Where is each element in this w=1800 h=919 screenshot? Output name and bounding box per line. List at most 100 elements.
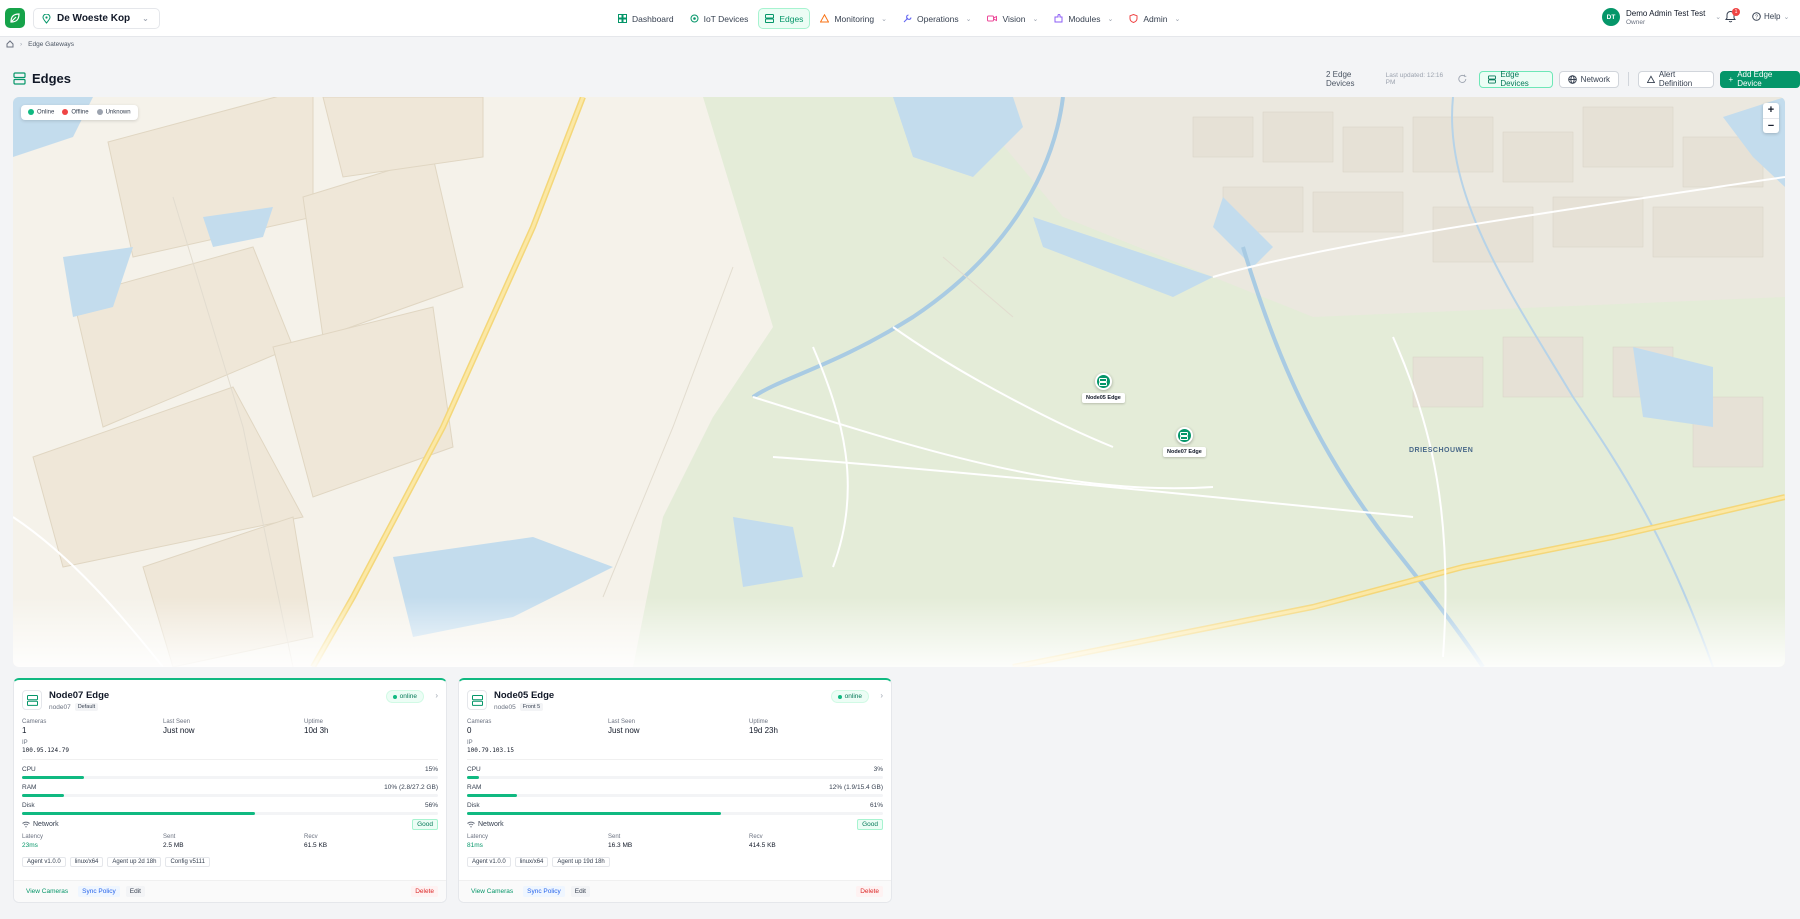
page-title: Edges xyxy=(13,71,71,86)
device-name: Node05 Edge xyxy=(494,690,555,701)
zoom-out-button[interactable]: − xyxy=(1763,118,1779,133)
home-icon[interactable] xyxy=(6,40,14,48)
nav-label: Vision xyxy=(1002,13,1026,24)
edge-card-node07[interactable]: Node07 Edge node07 Default online › Came… xyxy=(13,678,447,903)
nav-modules[interactable]: Modules ⌄ xyxy=(1048,8,1119,29)
delete-button[interactable]: Delete xyxy=(411,886,438,897)
sync-policy-button[interactable]: Sync Policy xyxy=(523,886,565,897)
nav-edges[interactable]: Edges xyxy=(758,8,811,29)
chip: linux/x64 xyxy=(69,857,104,867)
sync-policy-button[interactable]: Sync Policy xyxy=(78,886,120,897)
edge-card-node05[interactable]: Node05 Edge node05 Front 5 online › Came… xyxy=(458,678,892,903)
nav-label: Dashboard xyxy=(632,13,674,24)
chip-icon xyxy=(690,14,699,23)
nav-dashboard[interactable]: Dashboard xyxy=(612,8,680,29)
dashboard-icon xyxy=(618,14,627,23)
page-toolbar: 2 Edge Devices Last updated: 12:16 PM Ed… xyxy=(1326,70,1800,88)
warning-icon xyxy=(1646,74,1655,83)
device-sub: node07 Default xyxy=(49,703,99,711)
cameras-label: Cameras xyxy=(467,719,492,725)
site-selector[interactable]: De Woeste Kop ⌄ xyxy=(33,8,160,29)
breadcrumb-separator-icon: › xyxy=(20,40,23,48)
add-edge-device-button[interactable]: + Add Edge Device xyxy=(1719,70,1800,88)
map-marker-node07[interactable]: Node07 Edge xyxy=(1163,427,1206,457)
map-marker-node05[interactable]: Node05 Edge xyxy=(1082,373,1125,403)
sent-label: Sent xyxy=(608,834,621,840)
ip-value: 100.79.103.15 xyxy=(467,747,514,754)
device-name: Node07 Edge xyxy=(49,690,110,701)
plus-icon: + xyxy=(1728,74,1734,84)
latency-label: Latency xyxy=(467,834,489,840)
divider xyxy=(1628,72,1629,86)
tab-network[interactable]: Network xyxy=(1558,70,1620,88)
uptime-value: 19d 23h xyxy=(749,726,778,735)
wifi-icon xyxy=(22,821,30,828)
edit-button[interactable]: Edit xyxy=(570,886,590,897)
chip: Agent v1.0.0 xyxy=(467,857,511,867)
alert-definition-button[interactable]: Alert Definition xyxy=(1637,70,1714,88)
chip: Config v5111 xyxy=(165,857,210,867)
chevron-right-icon[interactable]: › xyxy=(435,691,438,700)
marker-pin xyxy=(1175,427,1193,444)
device-chips: Agent v1.0.0 linux/x64 Agent up 19d 18h xyxy=(467,857,883,867)
map-legend: Online Offline Unknown xyxy=(21,105,138,120)
server-icon xyxy=(765,14,775,23)
view-cameras-button[interactable]: View Cameras xyxy=(22,886,72,897)
user-menu[interactable]: DT Demo Admin Test Test Owner ⌄ xyxy=(1602,8,1721,26)
card-actions: View Cameras Sync Policy Edit Delete xyxy=(459,880,891,902)
recv-value: 414.5 KB xyxy=(749,842,776,849)
view-cameras-button[interactable]: View Cameras xyxy=(467,886,517,897)
recv-value: 61.5 KB xyxy=(304,842,328,849)
edge-count: 2 Edge Devices xyxy=(1326,70,1355,88)
network-status-badge: Good xyxy=(857,819,883,830)
edge-map[interactable]: Online Offline Unknown + − DRIESCHOUWEN … xyxy=(13,97,1785,667)
status-badge: online xyxy=(385,690,424,703)
chip: Agent up 2d 18h xyxy=(107,857,162,867)
disk-value: 61% xyxy=(869,802,883,809)
zoom-in-button[interactable]: + xyxy=(1763,103,1779,118)
disk-bar-fill xyxy=(22,812,255,815)
nav-operations[interactable]: Operations ⌄ xyxy=(897,8,977,29)
legend-online: Online xyxy=(28,109,54,116)
nav-monitoring[interactable]: Monitoring ⌄ xyxy=(814,8,893,29)
globe-icon xyxy=(1567,74,1577,84)
chip: Agent v1.0.0 xyxy=(22,857,66,867)
nav-label: Operations xyxy=(917,13,959,24)
refresh-icon[interactable] xyxy=(1457,73,1468,85)
device-tag: Front 5 xyxy=(519,703,544,711)
ram-label: RAM xyxy=(467,784,482,791)
cpu-label: CPU xyxy=(467,766,481,773)
help-menu[interactable]: ? Help ⌄ xyxy=(1752,12,1789,21)
cameras-label: Cameras xyxy=(22,719,47,725)
nav-admin[interactable]: Admin ⌄ xyxy=(1123,8,1186,29)
ip-label: IP xyxy=(467,740,473,746)
notifications-button[interactable]: 1 xyxy=(1724,8,1740,26)
nav-iot-devices[interactable]: IoT Devices xyxy=(684,8,755,29)
status-dot-icon xyxy=(96,109,103,115)
uptime-label: Uptime xyxy=(304,719,324,725)
nav-vision[interactable]: Vision ⌄ xyxy=(981,8,1044,29)
cpu-value: 3% xyxy=(873,766,883,773)
chevron-down-icon: ⌄ xyxy=(1032,15,1039,23)
chevron-down-icon: ⌄ xyxy=(1783,13,1790,21)
status-text: online xyxy=(399,693,417,700)
edit-button[interactable]: Edit xyxy=(125,886,145,897)
page-title-text: Edges xyxy=(32,71,72,86)
uptime-value: 10d 3h xyxy=(304,726,329,735)
chevron-right-icon[interactable]: › xyxy=(880,691,883,700)
ip-label: IP xyxy=(22,740,28,746)
card-header: Node05 Edge node05 Front 5 online › xyxy=(467,690,883,718)
cpu-bar xyxy=(467,776,883,779)
chevron-down-icon: ⌄ xyxy=(1715,14,1722,21)
app-logo[interactable] xyxy=(5,8,25,28)
divider xyxy=(467,759,883,760)
network-label: Network xyxy=(478,821,504,828)
cameras-value: 1 xyxy=(22,726,27,735)
delete-button[interactable]: Delete xyxy=(856,886,883,897)
server-icon xyxy=(1180,431,1189,440)
cpu-metric: CPU 15% RAM 10% (2.8/27.2 GB) Disk 56% xyxy=(22,765,438,815)
tab-edge-devices[interactable]: Edge Devices xyxy=(1479,70,1553,88)
cpu-bar xyxy=(22,776,438,779)
cpu-metric: CPU 3% RAM 12% (1.9/15.4 GB) Disk 61% xyxy=(467,765,883,815)
marker-label: Node07 Edge xyxy=(1163,447,1206,457)
